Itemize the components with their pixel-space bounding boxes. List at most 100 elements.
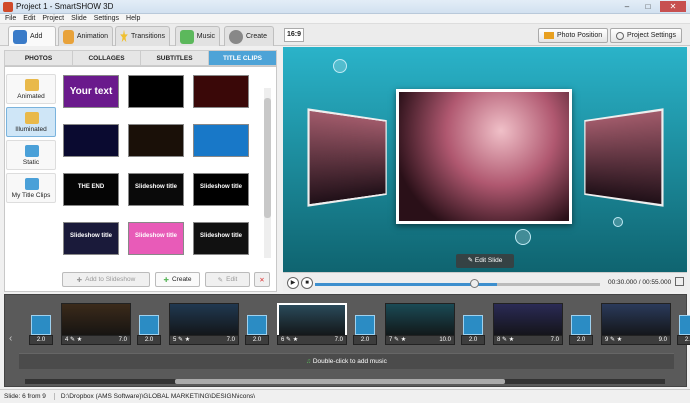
project-path: D:\Dropbox (AMS Software)\GLOBAL MARKETI… [60,393,256,400]
stop-icon[interactable]: ■ [301,277,313,289]
seek-track[interactable] [315,283,600,286]
title-clip-thumb[interactable] [193,75,249,108]
close-icon[interactable]: ✕ [660,1,686,12]
tab-music-label: Music [196,33,215,40]
title-clip-thumb[interactable]: Slideshow title [128,222,184,255]
photo-position-button[interactable]: Photo Position [538,28,609,43]
category-static[interactable]: Static [6,140,56,170]
subtab-title-clips[interactable]: TITLE CLIPS [208,50,277,66]
slide-tools-icon[interactable]: ✎ ★ [176,337,190,343]
minimize-icon[interactable]: – [617,1,637,12]
transition-duration[interactable]: 2.0 [461,335,485,345]
add-icon: ✚ [76,276,83,284]
transition-thumb[interactable] [139,315,159,335]
add-to-slideshow-label: Add to Slideshow [85,276,136,283]
title-clip-text [129,125,183,135]
timeline-scrollbar[interactable] [25,379,665,384]
title-clip-thumb[interactable]: Your text [63,75,119,108]
slide-tools-icon[interactable]: ✎ ★ [68,337,82,343]
vertical-scrollbar[interactable] [264,88,271,258]
transition-thumb[interactable] [247,315,267,335]
slide-tools-icon[interactable]: ✎ ★ [500,337,514,343]
time-readout: 00:30.000 / 00:55.000 [608,279,672,286]
tab-add[interactable]: Add [8,26,56,46]
subtab-collages[interactable]: COLLAGES [72,50,140,66]
slide-info-bar: 9 ✎ ★ 9.0 [601,335,671,345]
add-to-slideshow-button[interactable]: ✚ Add to Slideshow [62,272,150,287]
slide-tools-icon[interactable]: ✎ ★ [284,337,298,343]
title-clip-thumb[interactable]: THE END [63,173,119,206]
menu-settings[interactable]: Settings [94,14,119,23]
slide-tools-icon[interactable]: ✎ ★ [392,337,406,343]
slide-duration[interactable]: 7.0 [551,336,562,345]
transition-duration[interactable]: 2.0 [677,335,690,345]
animation-icon [63,29,74,44]
main-photo-frame [396,89,572,224]
project-settings-button[interactable]: Project Settings [610,28,683,43]
tab-music[interactable]: Music [175,26,220,46]
transition-thumb[interactable] [679,315,690,335]
transition-duration[interactable]: 2.0 [29,335,53,345]
subtab-photos[interactable]: PHOTOS [4,50,72,66]
category-my-title-clips[interactable]: My Title Clips [6,173,56,203]
category-illuminated[interactable]: Illuminated [6,107,56,137]
transition-thumb[interactable] [355,315,375,335]
transition-duration[interactable]: 2.0 [569,335,593,345]
menu-edit[interactable]: Edit [23,14,35,23]
seek-handle[interactable] [470,279,479,288]
music-track[interactable]: ♫ Double-click to add music [19,353,674,369]
pencil-icon: ✎ [217,276,224,284]
category-animated[interactable]: Animated [6,74,56,104]
category-label: Illuminated [15,126,47,133]
title-clip-thumb[interactable] [63,124,119,157]
menu-file[interactable]: File [5,14,16,23]
play-icon[interactable]: ▶ [287,277,299,289]
slide-tools-icon[interactable]: ✎ ★ [608,337,622,343]
tab-create[interactable]: Create [224,26,274,46]
delete-button[interactable]: ✕ [254,272,270,287]
title-clip-thumb[interactable]: Slideshow title [193,173,249,206]
transition-duration[interactable]: 2.0 [245,335,269,345]
title-clip-thumb[interactable] [128,75,184,108]
slides-track: 2.0 4 ✎ ★ 7.0 2.0 5 ✎ ★ 7.0 2.0 6 ✎ ★ 7.0 2.0 7… [5,295,690,350]
tab-animation[interactable]: Animation [58,26,113,46]
edit-button[interactable]: ✎ Edit [205,272,250,287]
maximize-icon[interactable]: □ [638,1,658,12]
media-subtabs: PHOTOS COLLAGES SUBTITLES TITLE CLIPS [4,50,277,66]
slide-duration[interactable]: 9.0 [659,336,670,345]
menu-slide[interactable]: Slide [71,14,87,23]
music-hint: Double-click to add music [312,358,387,365]
transition-duration[interactable]: 2.0 [353,335,377,345]
slide-preview[interactable]: ✎ Edit Slide [283,47,687,272]
slide-duration[interactable]: 7.0 [227,336,238,345]
music-note-icon [180,29,194,44]
menu-help[interactable]: Help [126,14,140,23]
tab-transitions[interactable]: Transitions [115,26,170,46]
title-clip-thumb[interactable]: Slideshow title [193,222,249,255]
fullscreen-icon[interactable] [675,277,684,286]
transition-thumb[interactable] [571,315,591,335]
photo-position-label: Photo Position [557,32,603,39]
edit-slide-button[interactable]: ✎ Edit Slide [456,254,514,268]
slide-timeline: ‹ › 2.04 ✎ ★ 7.02.05 ✎ ★ 7.02.06 ✎ ★ 7.0… [4,294,690,387]
side-photo-right [584,108,664,207]
title-clip-thumb[interactable]: Slideshow title [128,173,184,206]
title-clip-text [129,76,183,86]
transition-duration[interactable]: 2.0 [137,335,161,345]
menu-project[interactable]: Project [42,14,64,23]
title-clip-thumb[interactable]: Slideshow title [63,222,119,255]
slide-duration[interactable]: 7.0 [335,336,346,345]
concert-photo [399,92,569,221]
slide-duration[interactable]: 10.0 [439,336,454,345]
transition-thumb[interactable] [463,315,483,335]
star-icon [120,29,128,43]
transition-thumb[interactable] [31,315,51,335]
create-button[interactable]: ✚ Create [155,272,200,287]
slide-duration[interactable]: 7.0 [119,336,130,345]
static-icon [25,145,39,157]
title-clip-thumb[interactable] [128,124,184,157]
tab-add-label: Add [30,33,43,40]
subtab-subtitles[interactable]: SUBTITLES [140,50,208,66]
title-clip-thumb[interactable] [193,124,249,157]
aspect-ratio-button[interactable]: 16:9 [284,28,304,42]
